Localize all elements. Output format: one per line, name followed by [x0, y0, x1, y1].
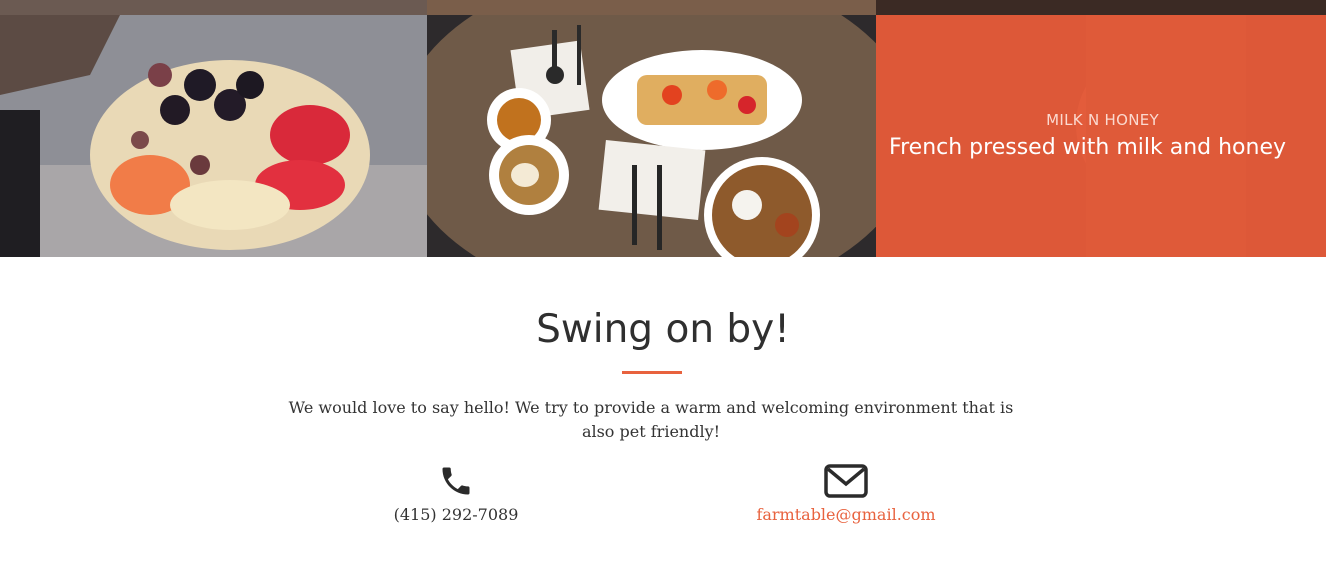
feature-title: French pressed with milk and honey [889, 135, 1286, 160]
phone-icon [442, 467, 470, 495]
gallery-top-strip [0, 0, 1326, 15]
table-breakfast-photo[interactable] [427, 15, 876, 257]
contact-description: We would love to say hello! We try to pr… [288, 398, 1014, 441]
contact-section: Swing on by! We would love to say hello!… [0, 257, 1326, 577]
phone-number[interactable]: (415) 292-7089 [394, 505, 519, 524]
phone-contact: (415) 292-7089 [356, 463, 556, 524]
feature-kicker: MILK N HONEY [1046, 111, 1159, 129]
envelope-icon [824, 464, 868, 498]
email-link[interactable]: farmtable@gmail.com [756, 505, 935, 524]
email-contact: farmtable@gmail.com [736, 463, 956, 524]
featured-drink-card[interactable]: MILK N HONEY French pressed with milk an… [876, 15, 1326, 257]
heading-divider [622, 371, 682, 374]
contact-heading: Swing on by! [536, 307, 790, 352]
fruit-toast-photo[interactable] [0, 15, 427, 257]
feature-caption: MILK N HONEY French pressed with milk an… [876, 111, 1326, 160]
photo-gallery: MILK N HONEY French pressed with milk an… [0, 0, 1326, 257]
